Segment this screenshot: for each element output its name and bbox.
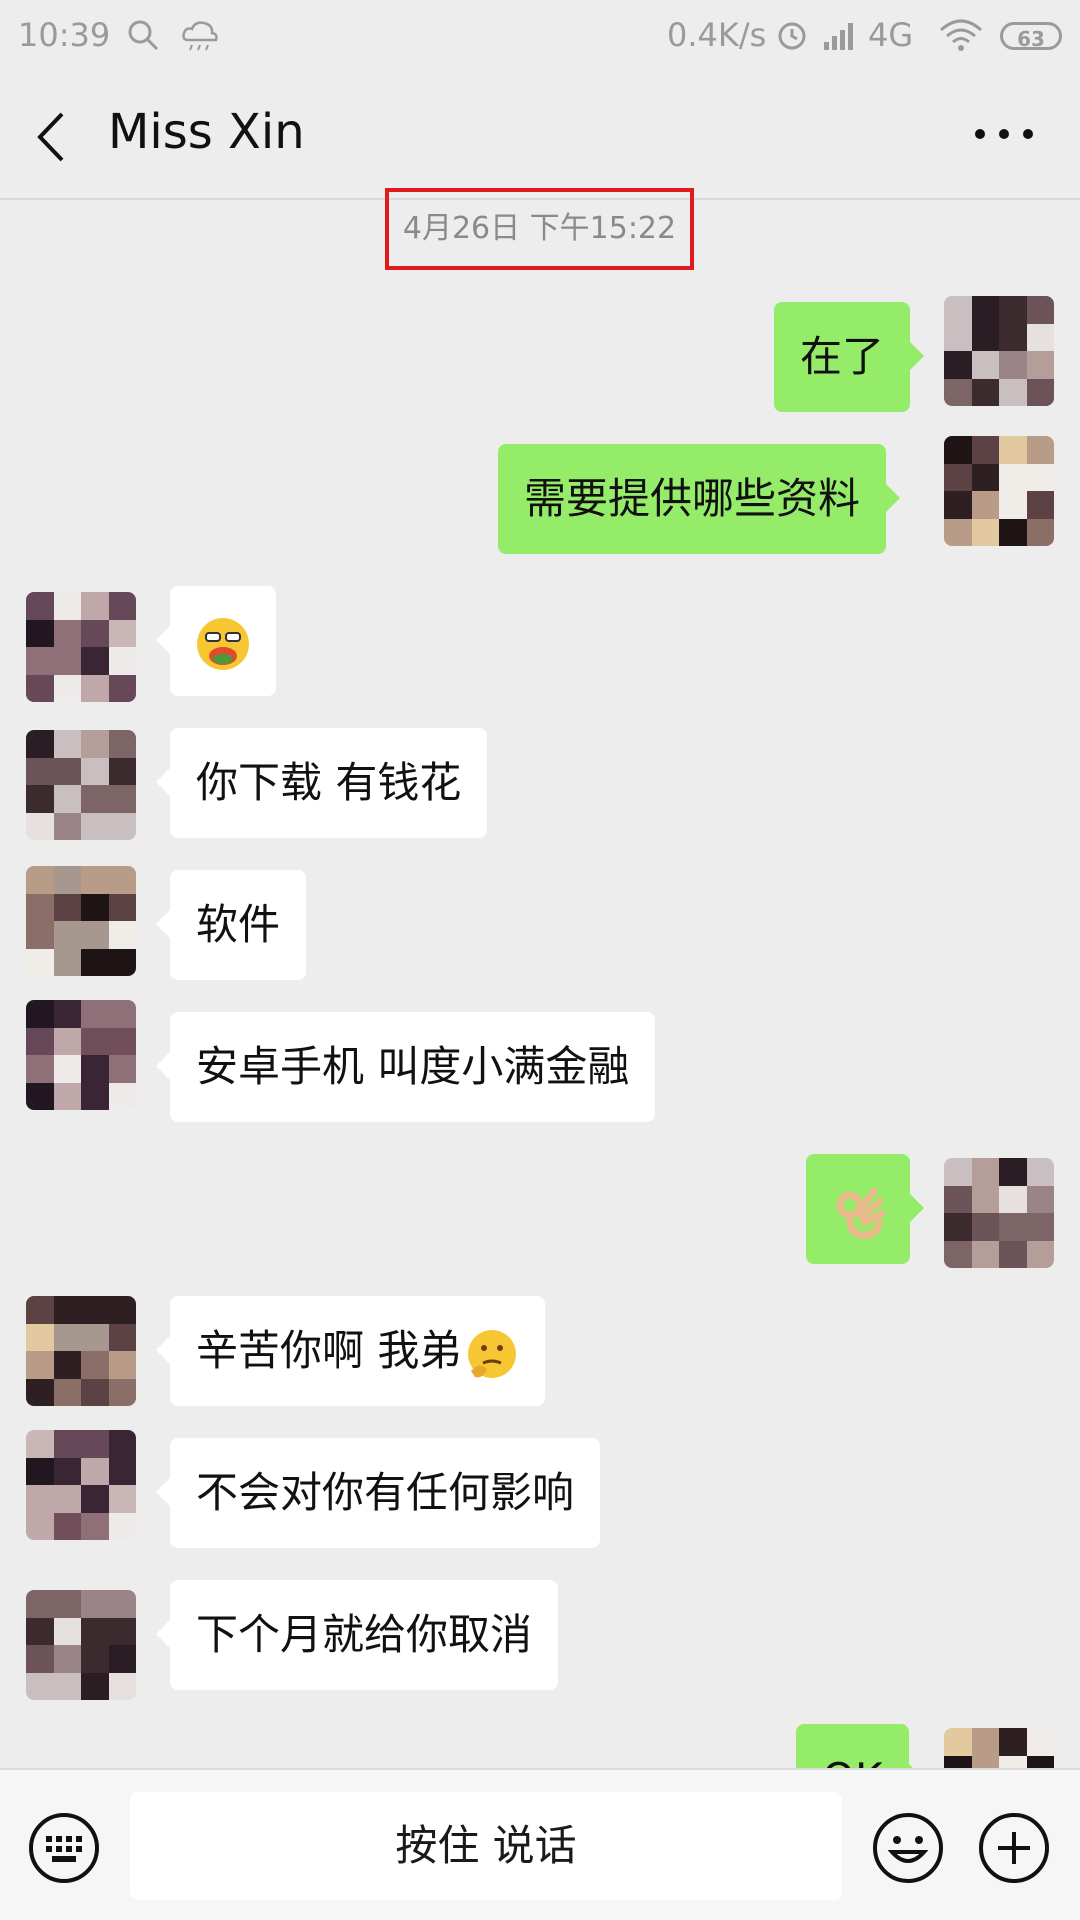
my-avatar[interactable] xyxy=(944,1158,1054,1268)
net-speed: 0.4K/s xyxy=(667,16,767,54)
alarm-icon xyxy=(778,22,806,50)
contact-avatar[interactable] xyxy=(26,1590,136,1700)
contact-avatar[interactable] xyxy=(26,592,136,702)
incoming-bubble[interactable]: 不会对你有任何影响 xyxy=(155,1438,601,1548)
incoming-bubble[interactable]: 辛苦你啊 我弟 xyxy=(155,1296,546,1406)
contact-avatar[interactable] xyxy=(26,1296,136,1406)
emoji-icon[interactable] xyxy=(872,1812,944,1884)
grinning-emoji xyxy=(197,617,249,670)
outgoing-bubble[interactable] xyxy=(806,1154,924,1264)
signal-icon xyxy=(824,23,853,50)
search-icon xyxy=(128,20,159,51)
incoming-bubble[interactable]: 软件 xyxy=(155,870,307,980)
keyboard-icon[interactable] xyxy=(28,1812,100,1884)
back-arrow-icon[interactable] xyxy=(32,110,72,164)
more-icon[interactable] xyxy=(972,124,1036,144)
my-avatar[interactable] xyxy=(944,296,1054,406)
chat-title: Miss Xin xyxy=(108,104,305,160)
hold-to-talk-button[interactable]: 按住 说话 xyxy=(130,1792,842,1900)
contact-avatar[interactable] xyxy=(26,730,136,840)
outgoing-bubble[interactable]: 需要提供哪些资料 xyxy=(498,444,901,554)
thinking-emoji xyxy=(468,1329,517,1378)
chat-header: Miss Xin xyxy=(0,74,1080,200)
battery-indicator: 63 xyxy=(1000,22,1062,51)
status-bar: 10:39 0.4K/s 4G 63 xyxy=(0,0,1080,74)
contact-avatar[interactable] xyxy=(26,1430,136,1540)
cloud-icon xyxy=(182,21,218,51)
wifi-icon xyxy=(939,19,983,51)
ok-hand-emoji xyxy=(836,1187,886,1239)
input-bar: 按住 说话 xyxy=(0,1768,1080,1920)
my-avatar[interactable] xyxy=(944,436,1054,546)
message-timestamp: 4月26日 下午15:22 xyxy=(385,188,694,270)
incoming-bubble[interactable] xyxy=(156,586,276,696)
outgoing-bubble[interactable]: 在了 xyxy=(774,302,925,412)
incoming-bubble[interactable]: 下个月就给你取消 xyxy=(155,1580,559,1690)
network-type: 4G xyxy=(868,16,914,54)
plus-icon[interactable] xyxy=(978,1812,1050,1884)
status-time: 10:39 xyxy=(18,16,111,54)
contact-avatar[interactable] xyxy=(26,866,136,976)
incoming-bubble[interactable]: 安卓手机 叫度小满金融 xyxy=(155,1012,656,1122)
contact-avatar[interactable] xyxy=(26,1000,136,1110)
incoming-bubble[interactable]: 你下载 有钱花 xyxy=(155,728,488,838)
